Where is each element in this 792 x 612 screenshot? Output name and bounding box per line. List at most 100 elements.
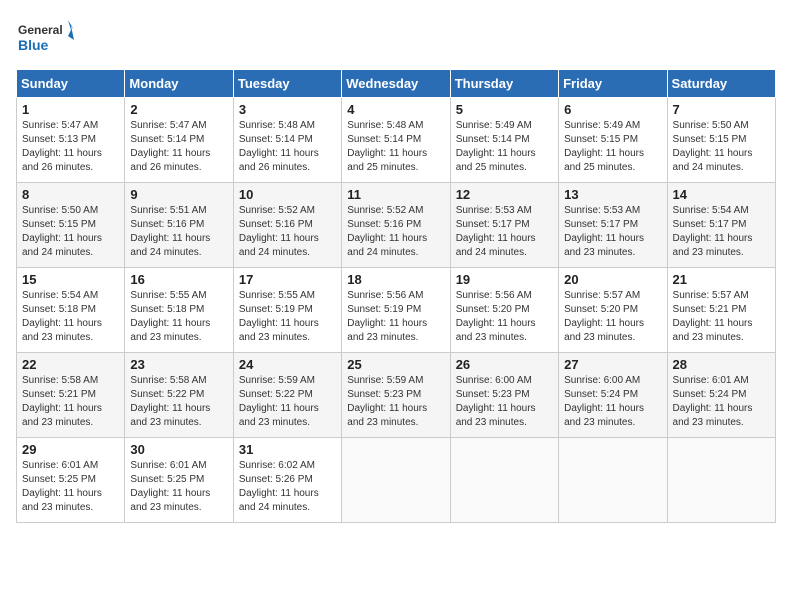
calendar-week-row: 1 Sunrise: 5:47 AMSunset: 5:13 PMDayligh… <box>17 98 776 183</box>
calendar-cell: 3 Sunrise: 5:48 AMSunset: 5:14 PMDayligh… <box>233 98 341 183</box>
day-number: 30 <box>130 442 227 457</box>
calendar-cell: 29 Sunrise: 6:01 AMSunset: 5:25 PMDaylig… <box>17 438 125 523</box>
calendar-cell: 6 Sunrise: 5:49 AMSunset: 5:15 PMDayligh… <box>559 98 667 183</box>
day-info: Sunrise: 6:01 AMSunset: 5:25 PMDaylight:… <box>22 460 102 513</box>
day-info: Sunrise: 6:02 AMSunset: 5:26 PMDaylight:… <box>239 460 319 513</box>
calendar-day-header: Sunday <box>17 70 125 98</box>
calendar-cell: 16 Sunrise: 5:55 AMSunset: 5:18 PMDaylig… <box>125 268 233 353</box>
page-header: General Blue <box>16 16 776 61</box>
day-info: Sunrise: 5:59 AMSunset: 5:23 PMDaylight:… <box>347 375 427 428</box>
calendar-cell: 13 Sunrise: 5:53 AMSunset: 5:17 PMDaylig… <box>559 183 667 268</box>
day-info: Sunrise: 5:55 AMSunset: 5:18 PMDaylight:… <box>130 290 210 343</box>
logo: General Blue <box>16 16 76 61</box>
day-number: 9 <box>130 187 227 202</box>
calendar-week-row: 22 Sunrise: 5:58 AMSunset: 5:21 PMDaylig… <box>17 353 776 438</box>
calendar-day-header: Friday <box>559 70 667 98</box>
day-info: Sunrise: 5:50 AMSunset: 5:15 PMDaylight:… <box>22 205 102 258</box>
day-info: Sunrise: 5:47 AMSunset: 5:13 PMDaylight:… <box>22 120 102 173</box>
day-info: Sunrise: 5:52 AMSunset: 5:16 PMDaylight:… <box>239 205 319 258</box>
day-number: 24 <box>239 357 336 372</box>
calendar-cell <box>559 438 667 523</box>
calendar-cell: 31 Sunrise: 6:02 AMSunset: 5:26 PMDaylig… <box>233 438 341 523</box>
calendar-cell: 12 Sunrise: 5:53 AMSunset: 5:17 PMDaylig… <box>450 183 558 268</box>
calendar-cell: 21 Sunrise: 5:57 AMSunset: 5:21 PMDaylig… <box>667 268 775 353</box>
day-number: 1 <box>22 102 119 117</box>
day-info: Sunrise: 5:55 AMSunset: 5:19 PMDaylight:… <box>239 290 319 343</box>
calendar-cell: 1 Sunrise: 5:47 AMSunset: 5:13 PMDayligh… <box>17 98 125 183</box>
day-number: 25 <box>347 357 444 372</box>
day-info: Sunrise: 5:51 AMSunset: 5:16 PMDaylight:… <box>130 205 210 258</box>
calendar-cell <box>450 438 558 523</box>
day-number: 16 <box>130 272 227 287</box>
calendar-cell: 7 Sunrise: 5:50 AMSunset: 5:15 PMDayligh… <box>667 98 775 183</box>
day-number: 5 <box>456 102 553 117</box>
calendar-cell: 20 Sunrise: 5:57 AMSunset: 5:20 PMDaylig… <box>559 268 667 353</box>
calendar-day-header: Tuesday <box>233 70 341 98</box>
day-number: 19 <box>456 272 553 287</box>
day-number: 7 <box>673 102 770 117</box>
calendar-cell: 23 Sunrise: 5:58 AMSunset: 5:22 PMDaylig… <box>125 353 233 438</box>
calendar-header-row: SundayMondayTuesdayWednesdayThursdayFrid… <box>17 70 776 98</box>
day-number: 20 <box>564 272 661 287</box>
calendar-cell: 26 Sunrise: 6:00 AMSunset: 5:23 PMDaylig… <box>450 353 558 438</box>
day-info: Sunrise: 6:00 AMSunset: 5:23 PMDaylight:… <box>456 375 536 428</box>
calendar-cell: 24 Sunrise: 5:59 AMSunset: 5:22 PMDaylig… <box>233 353 341 438</box>
day-info: Sunrise: 5:49 AMSunset: 5:14 PMDaylight:… <box>456 120 536 173</box>
day-number: 26 <box>456 357 553 372</box>
day-number: 2 <box>130 102 227 117</box>
day-info: Sunrise: 5:56 AMSunset: 5:20 PMDaylight:… <box>456 290 536 343</box>
calendar-cell: 11 Sunrise: 5:52 AMSunset: 5:16 PMDaylig… <box>342 183 450 268</box>
day-number: 31 <box>239 442 336 457</box>
calendar-cell: 17 Sunrise: 5:55 AMSunset: 5:19 PMDaylig… <box>233 268 341 353</box>
calendar-cell: 25 Sunrise: 5:59 AMSunset: 5:23 PMDaylig… <box>342 353 450 438</box>
day-info: Sunrise: 5:58 AMSunset: 5:21 PMDaylight:… <box>22 375 102 428</box>
calendar-week-row: 8 Sunrise: 5:50 AMSunset: 5:15 PMDayligh… <box>17 183 776 268</box>
svg-text:General: General <box>18 23 63 37</box>
day-number: 29 <box>22 442 119 457</box>
day-number: 21 <box>673 272 770 287</box>
day-number: 17 <box>239 272 336 287</box>
day-info: Sunrise: 5:57 AMSunset: 5:20 PMDaylight:… <box>564 290 644 343</box>
calendar-cell: 27 Sunrise: 6:00 AMSunset: 5:24 PMDaylig… <box>559 353 667 438</box>
day-info: Sunrise: 5:49 AMSunset: 5:15 PMDaylight:… <box>564 120 644 173</box>
day-number: 28 <box>673 357 770 372</box>
day-info: Sunrise: 5:59 AMSunset: 5:22 PMDaylight:… <box>239 375 319 428</box>
day-info: Sunrise: 5:58 AMSunset: 5:22 PMDaylight:… <box>130 375 210 428</box>
day-number: 12 <box>456 187 553 202</box>
calendar-cell: 8 Sunrise: 5:50 AMSunset: 5:15 PMDayligh… <box>17 183 125 268</box>
day-info: Sunrise: 6:01 AMSunset: 5:25 PMDaylight:… <box>130 460 210 513</box>
day-info: Sunrise: 5:50 AMSunset: 5:15 PMDaylight:… <box>673 120 753 173</box>
calendar-week-row: 29 Sunrise: 6:01 AMSunset: 5:25 PMDaylig… <box>17 438 776 523</box>
calendar-cell: 28 Sunrise: 6:01 AMSunset: 5:24 PMDaylig… <box>667 353 775 438</box>
day-number: 14 <box>673 187 770 202</box>
svg-text:Blue: Blue <box>18 37 49 53</box>
calendar-cell: 5 Sunrise: 5:49 AMSunset: 5:14 PMDayligh… <box>450 98 558 183</box>
calendar-day-header: Wednesday <box>342 70 450 98</box>
day-number: 27 <box>564 357 661 372</box>
calendar-cell: 14 Sunrise: 5:54 AMSunset: 5:17 PMDaylig… <box>667 183 775 268</box>
day-info: Sunrise: 5:54 AMSunset: 5:18 PMDaylight:… <box>22 290 102 343</box>
calendar-cell: 19 Sunrise: 5:56 AMSunset: 5:20 PMDaylig… <box>450 268 558 353</box>
day-info: Sunrise: 5:52 AMSunset: 5:16 PMDaylight:… <box>347 205 427 258</box>
logo-svg: General Blue <box>16 16 76 61</box>
day-info: Sunrise: 5:53 AMSunset: 5:17 PMDaylight:… <box>456 205 536 258</box>
day-info: Sunrise: 5:48 AMSunset: 5:14 PMDaylight:… <box>239 120 319 173</box>
day-info: Sunrise: 5:54 AMSunset: 5:17 PMDaylight:… <box>673 205 753 258</box>
day-info: Sunrise: 5:53 AMSunset: 5:17 PMDaylight:… <box>564 205 644 258</box>
calendar-cell <box>667 438 775 523</box>
day-info: Sunrise: 6:01 AMSunset: 5:24 PMDaylight:… <box>673 375 753 428</box>
calendar-cell: 10 Sunrise: 5:52 AMSunset: 5:16 PMDaylig… <box>233 183 341 268</box>
day-number: 11 <box>347 187 444 202</box>
day-info: Sunrise: 6:00 AMSunset: 5:24 PMDaylight:… <box>564 375 644 428</box>
calendar-day-header: Thursday <box>450 70 558 98</box>
day-info: Sunrise: 5:48 AMSunset: 5:14 PMDaylight:… <box>347 120 427 173</box>
calendar-cell: 18 Sunrise: 5:56 AMSunset: 5:19 PMDaylig… <box>342 268 450 353</box>
calendar-day-header: Monday <box>125 70 233 98</box>
calendar-cell: 2 Sunrise: 5:47 AMSunset: 5:14 PMDayligh… <box>125 98 233 183</box>
day-info: Sunrise: 5:47 AMSunset: 5:14 PMDaylight:… <box>130 120 210 173</box>
day-number: 3 <box>239 102 336 117</box>
day-number: 6 <box>564 102 661 117</box>
calendar-cell <box>342 438 450 523</box>
day-info: Sunrise: 5:57 AMSunset: 5:21 PMDaylight:… <box>673 290 753 343</box>
day-number: 18 <box>347 272 444 287</box>
